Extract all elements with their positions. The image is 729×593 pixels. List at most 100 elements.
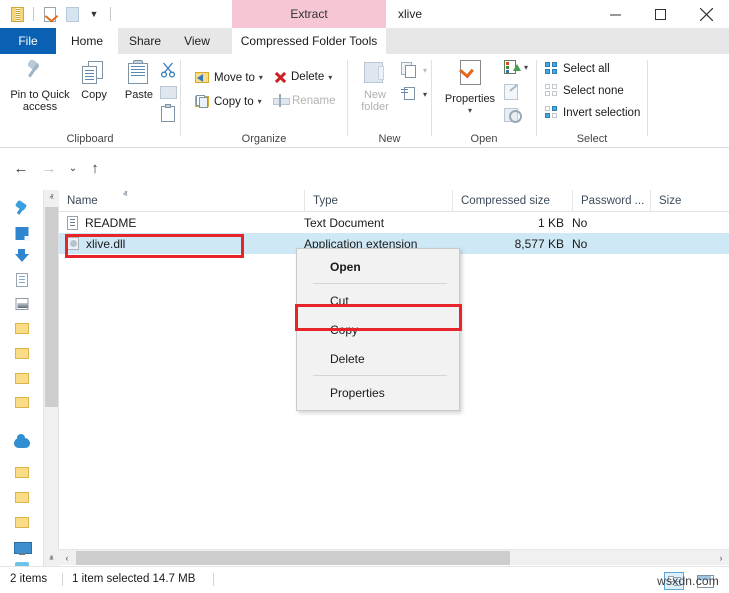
tab-share[interactable]: Share (118, 28, 172, 54)
rename-icon (273, 94, 290, 107)
status-bar: 2 items 1 item selected 14.7 MB wsxdn.co… (0, 566, 729, 593)
scroll-left-icon[interactable]: ‹ (59, 550, 75, 566)
contextual-tool-header: Extract (232, 0, 386, 28)
sidebar-item-documents[interactable] (16, 273, 28, 287)
new-item-button[interactable]: ▾ (401, 62, 427, 78)
sidebar-item-quick-access[interactable] (15, 202, 29, 216)
scrollbar-thumb[interactable] (45, 207, 58, 407)
column-header-type[interactable]: Type (304, 190, 452, 212)
select-all-button[interactable]: Select all (545, 62, 610, 76)
menu-item-properties[interactable]: Properties (297, 378, 459, 407)
properties-doc-icon[interactable] (41, 5, 59, 23)
tab-home[interactable]: Home (56, 28, 118, 54)
copy-path-button[interactable] (160, 86, 177, 102)
sidebar-item-folder-5[interactable] (15, 467, 29, 478)
open-with-button[interactable]: ▾ (504, 60, 528, 75)
sidebar-item-folder-6[interactable] (15, 492, 29, 503)
tab-view[interactable]: View (172, 28, 222, 54)
new-item-icon (401, 62, 419, 78)
invert-selection-label: Invert selection (563, 107, 641, 119)
file-compressed-size: 1 KB (537, 215, 564, 230)
up-button[interactable]: ↑ (84, 157, 106, 179)
rename-button[interactable]: Rename (273, 94, 335, 107)
paste-icon (127, 60, 151, 86)
new-folder-button[interactable]: New folder (348, 60, 402, 113)
tab-compressed-folder-tools[interactable]: Compressed Folder Tools (232, 28, 386, 54)
sidebar-item-folder-1[interactable] (15, 323, 29, 334)
select-none-icon (545, 84, 559, 98)
recent-locations-button[interactable]: ⌄ (62, 157, 84, 179)
move-to-icon (195, 70, 210, 85)
column-header-name[interactable]: Name (59, 190, 304, 212)
sidebar-item-pictures[interactable] (15, 298, 29, 310)
status-divider-2 (213, 573, 214, 586)
ribbon-group-new: New folder ▾ ▾ New (348, 54, 432, 148)
invert-selection-button[interactable]: Invert selection (545, 106, 640, 120)
window-controls (593, 0, 729, 28)
back-button[interactable]: ← (10, 157, 32, 179)
chevron-down-icon: ▾ (423, 65, 428, 75)
easy-access-button[interactable]: ▾ (401, 86, 427, 102)
customize-dropdown-icon[interactable]: ▼ (85, 5, 103, 23)
close-button[interactable] (683, 0, 729, 28)
column-header-password[interactable]: Password ... (572, 190, 650, 212)
open-with-icon (504, 60, 521, 75)
sidebar-item-folder-4[interactable] (15, 397, 29, 408)
sidebar-item-desktop[interactable] (15, 227, 30, 241)
file-password: No (572, 236, 588, 251)
copy-to-button[interactable]: Copy to ▾ (195, 94, 262, 109)
properties-button[interactable]: Properties ▾ (436, 60, 504, 115)
tab-file[interactable]: File (0, 28, 56, 54)
properties-icon (457, 60, 483, 90)
copy-label: Copy (81, 89, 107, 101)
move-to-button[interactable]: Move to ▾ (195, 70, 263, 85)
move-to-label: Move to (214, 71, 255, 84)
sidebar-item-downloads[interactable] (15, 249, 29, 263)
sidebar-item-folder-3[interactable] (15, 373, 29, 384)
sidebar-item-this-pc[interactable] (14, 542, 32, 555)
group-label-new: New (378, 133, 401, 145)
edit-button[interactable] (504, 84, 519, 100)
new-page-icon[interactable] (63, 5, 81, 23)
navigation-pane (0, 190, 44, 572)
column-header-compressed-size[interactable]: Compressed size (452, 190, 572, 212)
history-button[interactable] (504, 106, 522, 123)
scroll-right-icon[interactable]: › (713, 550, 729, 566)
text-document-icon (67, 215, 78, 230)
chevron-down-icon: ▾ (467, 106, 472, 115)
forward-button[interactable]: → (38, 157, 60, 179)
zip-folder-icon[interactable] (8, 5, 26, 23)
navigation-pane-scrollbar[interactable]: ⱏ ⱞ (44, 190, 59, 567)
quick-access-toolbar: ▼ (8, 4, 114, 24)
column-header-size[interactable]: Size (650, 190, 729, 212)
file-name: README (85, 215, 137, 230)
menu-item-copy[interactable]: Copy (297, 315, 459, 344)
scroll-up-icon[interactable]: ⱏ (44, 190, 59, 206)
edit-pencil-icon (504, 84, 519, 100)
ribbon-group-organize: Move to ▾ Copy to ▾ Delete ▾ Rename Orga… (181, 54, 348, 148)
paste-shortcut-icon (160, 104, 176, 122)
paste-button[interactable]: Paste (115, 60, 163, 101)
pin-to-quick-access-button[interactable]: Pin to Quick access (3, 58, 77, 113)
scroll-down-icon[interactable]: ⱞ (44, 551, 59, 567)
scrollbar-thumb[interactable] (76, 551, 510, 565)
menu-item-delete[interactable]: Delete (297, 344, 459, 373)
select-none-button[interactable]: Select none (545, 84, 624, 98)
file-compressed-size: 8,577 KB (514, 236, 564, 251)
new-folder-label-line1: New (363, 89, 386, 101)
copy-button[interactable]: Copy (70, 60, 118, 101)
sidebar-item-folder-7[interactable] (15, 517, 29, 528)
sidebar-item-folder-2[interactable] (15, 348, 29, 359)
menu-item-open[interactable]: Open (297, 252, 459, 281)
horizontal-scrollbar[interactable]: ‹ › (59, 549, 729, 565)
delete-button[interactable]: Delete ▾ (273, 70, 332, 84)
cut-button[interactable] (160, 62, 177, 81)
maximize-button[interactable] (638, 0, 683, 28)
minimize-button[interactable] (593, 0, 638, 28)
paste-shortcut-button[interactable] (160, 104, 176, 125)
ribbon-group-open: Properties ▾ ▾ Open (432, 54, 537, 148)
table-row[interactable]: README Text Document 1 KB No (59, 212, 729, 233)
sidebar-item-onedrive[interactable] (14, 434, 30, 448)
menu-item-cut[interactable]: Cut (297, 286, 459, 315)
pin-icon (26, 58, 53, 86)
